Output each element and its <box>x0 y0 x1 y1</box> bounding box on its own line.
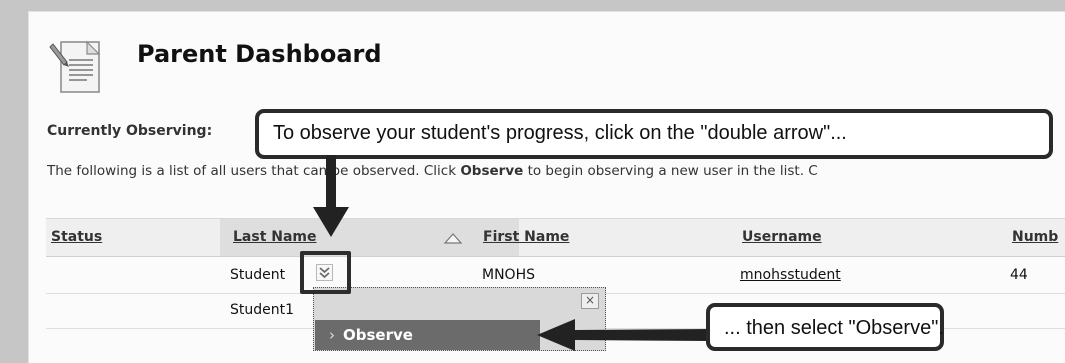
arrow-left-icon <box>537 319 710 351</box>
cell-last-name: Student <box>230 267 286 283</box>
cell-number: 44 <box>1010 267 1028 283</box>
column-header-last-name[interactable]: Last Name <box>233 229 317 245</box>
column-header-first-name[interactable]: First Name <box>483 229 569 245</box>
arrow-down-icon <box>313 155 349 237</box>
document-icon <box>49 40 101 93</box>
currently-observing-label: Currently Observing: <box>47 123 213 139</box>
callout-instruction-2: ... then select "Observe". <box>706 303 944 351</box>
column-header-username[interactable]: Username <box>742 229 822 245</box>
cell-last-name: Student1 <box>230 302 295 318</box>
chevron-right-icon: › <box>329 326 335 344</box>
column-header-number[interactable]: Numb <box>1012 229 1058 245</box>
callout-instruction-1: To observe your student's progress, clic… <box>255 109 1053 159</box>
sort-ascending-icon[interactable] <box>443 232 463 244</box>
context-menu-close-button[interactable]: × <box>581 293 599 309</box>
table-header: Status Last Name First Name Username Num… <box>46 218 1065 257</box>
instructions-prefix: The following is a list of all users tha… <box>47 163 461 179</box>
highlight-box <box>300 251 351 294</box>
context-menu-item-observe[interactable]: › Observe <box>315 320 540 350</box>
cell-username-link[interactable]: mnohsstudent <box>740 267 841 283</box>
column-header-status[interactable]: Status <box>51 229 102 245</box>
cell-first-name: MNOHS <box>482 267 535 283</box>
page-title: Parent Dashboard <box>137 40 382 68</box>
instructions-suffix: to begin observing a new user in the lis… <box>523 163 818 179</box>
context-menu-item-label: Observe <box>343 326 413 344</box>
instructions-text: The following is a list of all users tha… <box>47 163 1065 179</box>
instructions-action: Observe <box>460 163 524 179</box>
